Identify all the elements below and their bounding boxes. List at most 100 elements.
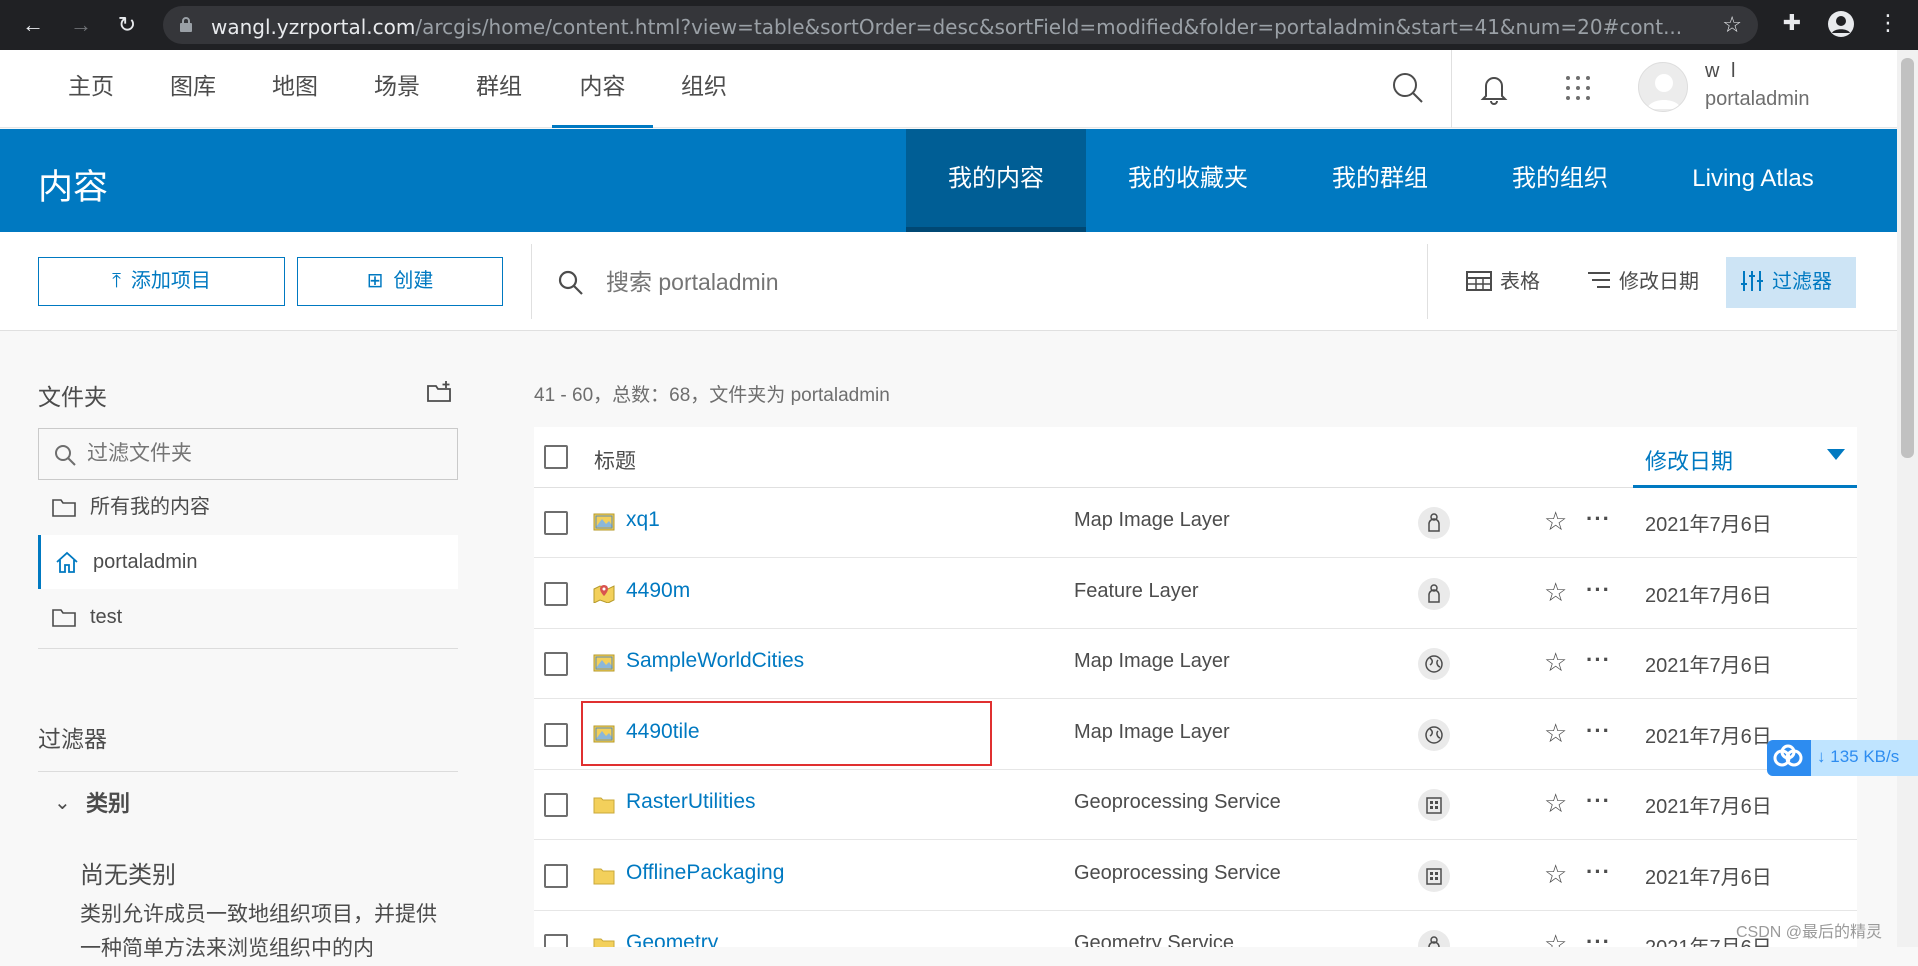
geoprocessing-icon xyxy=(593,868,615,884)
folder-all-content[interactable]: 所有我的内容 xyxy=(38,480,458,534)
back-icon[interactable]: ← xyxy=(18,10,48,40)
tab-my-groups[interactable]: 我的群组 xyxy=(1290,129,1470,232)
item-type: Geometry Service xyxy=(1074,932,1235,947)
sort-descending-icon xyxy=(1827,449,1845,460)
favorite-star-icon[interactable]: ☆ xyxy=(1544,788,1567,819)
organization-icon xyxy=(1418,789,1450,821)
modified-date: 2021年7月6日 xyxy=(1645,584,1772,607)
private-icon xyxy=(1418,507,1450,539)
row-checkbox[interactable] xyxy=(544,863,568,888)
nav-groups[interactable]: 群组 xyxy=(470,50,528,128)
folder-test[interactable]: test xyxy=(38,590,458,644)
more-options-icon[interactable]: ··· xyxy=(1586,929,1611,947)
new-folder-icon[interactable] xyxy=(426,380,452,404)
favorite-star-icon[interactable]: ☆ xyxy=(1544,859,1567,890)
favorite-star-icon[interactable]: ☆ xyxy=(1544,647,1567,678)
table-row[interactable]: OfflinePackaging Geoprocessing Service ☆ ··… xyxy=(534,841,1857,911)
search-input[interactable] xyxy=(606,262,1406,302)
avatar[interactable] xyxy=(1638,62,1688,112)
sort-modified-label: 修改日期 xyxy=(1619,271,1699,293)
item-title-link[interactable]: Geometry xyxy=(626,931,718,947)
item-title-link[interactable]: OfflinePackaging xyxy=(626,861,784,885)
item-title-link[interactable]: RasterUtilities xyxy=(626,790,756,814)
table-row[interactable]: xq1 Map Image Layer ☆ ··· 2021年7月6日 xyxy=(534,488,1857,558)
extensions-icon[interactable]: ✚ xyxy=(1777,10,1807,36)
row-checkbox[interactable] xyxy=(544,511,568,535)
page-scrollbar[interactable] xyxy=(1897,50,1918,947)
row-checkbox[interactable] xyxy=(544,652,568,676)
folder-filter-field[interactable] xyxy=(38,428,458,480)
content-toolbar: ⤒ 添加项目 ⊞ 创建 表格 修改日期 过滤器 xyxy=(0,232,1897,331)
reload-icon[interactable]: ↻ xyxy=(112,10,142,40)
view-table-button[interactable]: 表格 xyxy=(1462,257,1552,308)
menu-kebab-icon[interactable]: ⋮ xyxy=(1873,10,1903,36)
address-bar[interactable]: wangl.yzrportal.com/arcgis/home/content.… xyxy=(163,6,1758,44)
select-all-checkbox[interactable] xyxy=(544,445,568,469)
profile-icon[interactable] xyxy=(1826,10,1856,44)
nav-home[interactable]: 主页 xyxy=(62,50,120,128)
item-title-link[interactable]: xq1 xyxy=(626,508,660,532)
table-row[interactable]: RasterUtilities Geoprocessing Service ☆ ···… xyxy=(534,770,1857,840)
favorite-star-icon[interactable]: ☆ xyxy=(1544,506,1567,537)
create-button[interactable]: ⊞ 创建 xyxy=(297,257,503,306)
favorite-star-icon[interactable]: ☆ xyxy=(1544,718,1567,749)
feature-layer-icon xyxy=(593,584,615,603)
more-options-icon[interactable]: ··· xyxy=(1586,647,1611,673)
row-checkbox[interactable] xyxy=(544,722,568,747)
folder-label: 所有我的内容 xyxy=(90,496,210,518)
item-type: Geoprocessing Service xyxy=(1074,861,1281,884)
tab-my-content[interactable]: 我的内容 xyxy=(906,129,1086,232)
search-icon[interactable] xyxy=(1388,68,1428,108)
category-toggle[interactable]: 类别 xyxy=(86,786,130,818)
more-options-icon[interactable]: ··· xyxy=(1586,718,1611,744)
item-type: Geoprocessing Service xyxy=(1074,791,1281,813)
item-title-link[interactable]: SampleWorldCities xyxy=(626,649,804,673)
more-options-icon[interactable]: ··· xyxy=(1586,506,1611,532)
folder-filter-input[interactable] xyxy=(87,439,447,469)
table-row[interactable]: SampleWorldCities Map Image Layer ☆ ··· 2021… xyxy=(534,629,1857,699)
user-login[interactable]: portaladmin xyxy=(1705,88,1810,111)
tab-my-favorites[interactable]: 我的收藏夹 xyxy=(1086,129,1290,232)
forward-icon[interactable]: → xyxy=(66,10,96,40)
chevron-down-icon[interactable]: ⌄ xyxy=(54,790,71,815)
row-checkbox[interactable] xyxy=(544,934,568,947)
more-options-icon[interactable]: ··· xyxy=(1586,788,1611,814)
tab-my-organization[interactable]: 我的组织 xyxy=(1470,129,1650,232)
app-launcher-icon[interactable] xyxy=(1558,68,1598,108)
table-row[interactable]: 4490m Feature Layer ☆ ··· 2021年7月6日 xyxy=(534,559,1857,629)
row-checkbox[interactable] xyxy=(544,581,568,606)
folder-portaladmin[interactable]: portaladmin xyxy=(38,535,458,589)
filter-button[interactable]: 过滤器 xyxy=(1726,257,1856,308)
nav-map[interactable]: 地图 xyxy=(266,50,324,128)
item-title-link[interactable]: 4490m xyxy=(626,579,690,603)
tab-living-atlas[interactable]: Living Atlas xyxy=(1650,129,1856,232)
modified-date: 2021年7月6日 xyxy=(1645,655,1772,677)
scrollbar-thumb[interactable] xyxy=(1901,58,1914,458)
more-options-icon[interactable]: ··· xyxy=(1586,577,1611,603)
notification-bell-icon[interactable] xyxy=(1474,68,1514,108)
result-count: 41 - 60，总数：68，文件夹为 portaladmin xyxy=(534,385,890,406)
favorite-star-icon[interactable]: ☆ xyxy=(1544,929,1567,947)
favorite-star-icon[interactable]: ☆ xyxy=(1544,577,1567,608)
column-title[interactable]: 标题 xyxy=(594,445,636,475)
item-type: Map Image Layer xyxy=(1074,509,1230,531)
page-title: 内容 xyxy=(38,168,109,207)
nav-gallery[interactable]: 图库 xyxy=(164,50,222,128)
nav-content[interactable]: 内容 xyxy=(552,50,653,128)
browser-toolbar: ← → ↻ wangl.yzrportal.com/arcgis/home/co… xyxy=(0,0,1918,50)
modified-date: 2021年7月6日 xyxy=(1645,796,1772,818)
create-label: 创建 xyxy=(393,270,434,292)
nav-scene[interactable]: 场景 xyxy=(368,50,426,128)
nav-organization[interactable]: 组织 xyxy=(675,50,733,128)
more-options-icon[interactable]: ··· xyxy=(1586,859,1611,885)
watermark: CSDN @最后的精灵 xyxy=(1736,924,1883,941)
bookmark-star-icon[interactable]: ☆ xyxy=(1722,12,1742,38)
private-icon xyxy=(1418,577,1450,610)
column-modified-sort[interactable]: 修改日期 xyxy=(1633,427,1857,488)
user-name[interactable]: w l xyxy=(1705,60,1738,83)
add-item-label: 添加项目 xyxy=(130,270,211,292)
row-checkbox[interactable] xyxy=(544,793,568,817)
table-row[interactable]: GeometryGeometry Service☆···2021年7月6日 xyxy=(534,911,1857,947)
sort-modified-button[interactable]: 修改日期 xyxy=(1583,257,1713,308)
add-item-button[interactable]: ⤒ 添加项目 xyxy=(38,257,285,306)
